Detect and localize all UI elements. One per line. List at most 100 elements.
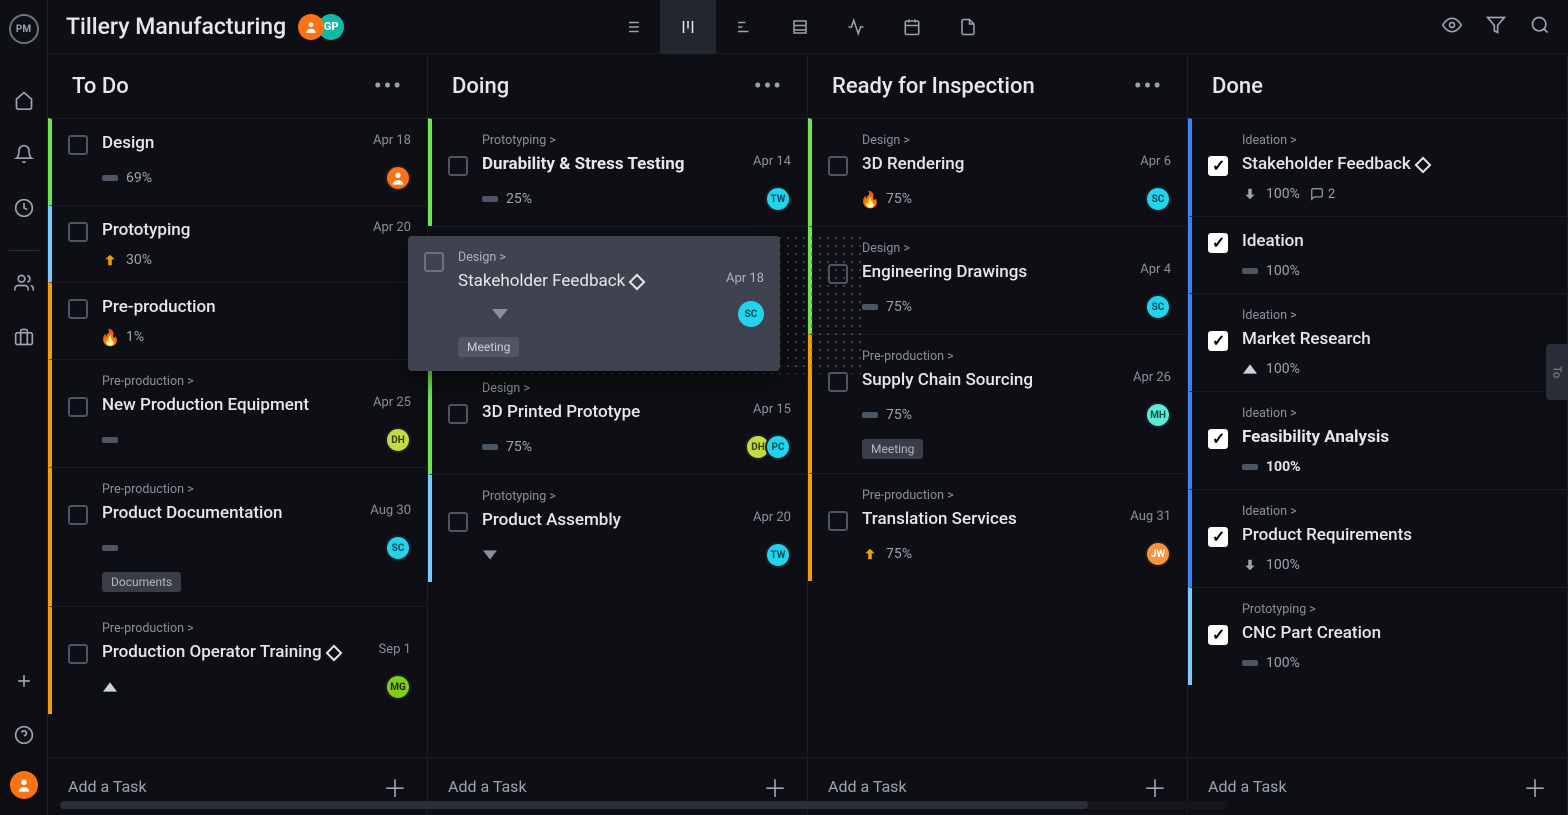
task-checkbox[interactable]	[1208, 156, 1228, 176]
task-card[interactable]: Ideation > Product Requirements 100%	[1188, 489, 1567, 587]
task-checkbox[interactable]	[68, 644, 88, 664]
assignee-avatar[interactable]: SC	[385, 535, 411, 561]
project-members[interactable]: GP	[304, 14, 344, 40]
assignee-avatar[interactable]: TW	[765, 542, 791, 568]
sheet-view-icon[interactable]	[772, 0, 828, 54]
files-view-icon[interactable]	[940, 0, 996, 54]
task-checkbox[interactable]	[828, 372, 848, 392]
card-breadcrumb: Ideation >	[1242, 504, 1551, 519]
card-percent: 75%	[886, 299, 912, 315]
task-checkbox[interactable]	[1208, 429, 1228, 449]
gantt-view-icon[interactable]	[716, 0, 772, 54]
user-avatar[interactable]	[10, 771, 38, 799]
search-icon[interactable]	[1530, 15, 1550, 39]
assignee-avatar[interactable]: TW	[765, 186, 791, 212]
project-title[interactable]: Tillery Manufacturing	[66, 13, 286, 40]
card-date: Apr 15	[753, 402, 791, 417]
card-breadcrumb: Prototyping >	[1242, 602, 1551, 617]
assignee-avatar[interactable]: MH	[1145, 402, 1171, 428]
task-checkbox[interactable]	[1208, 233, 1228, 253]
task-card[interactable]: Design > 3D Rendering Apr 6 🔥 75% SC	[808, 118, 1187, 226]
task-card[interactable]: Design > Engineering Drawings Apr 4 75% …	[808, 226, 1187, 334]
assignee-avatar[interactable]: JW	[1145, 541, 1171, 567]
task-checkbox[interactable]	[68, 299, 88, 319]
activity-view-icon[interactable]	[828, 0, 884, 54]
card-date: Apr 20	[373, 220, 411, 235]
task-card[interactable]: Prototyping > Product Assembly Apr 20 TW	[428, 474, 807, 582]
card-percent: 100%	[1266, 263, 1300, 279]
app-logo[interactable]: PM	[9, 14, 39, 44]
card-percent: 30%	[126, 252, 152, 268]
plus-icon: ＋	[763, 769, 787, 804]
plus-icon: ＋	[1143, 769, 1167, 804]
assignee-avatar[interactable]: SC	[738, 301, 764, 327]
visibility-icon[interactable]	[1442, 15, 1462, 39]
card-percent: 100%	[1266, 655, 1300, 671]
task-card[interactable]: Prototyping > CNC Part Creation 100%	[1188, 587, 1567, 685]
task-checkbox[interactable]	[68, 397, 88, 417]
task-card[interactable]: Design > 3D Printed Prototype Apr 15 75%…	[428, 366, 807, 474]
dragging-card[interactable]: Design > Stakeholder Feedback Apr 18 SC …	[408, 236, 780, 371]
assignee-avatar[interactable]: SC	[1145, 294, 1171, 320]
activity-icon[interactable]	[6, 190, 42, 226]
board-view-icon[interactable]	[660, 0, 716, 54]
task-card[interactable]: Pre-production > Production Operator Tra…	[48, 606, 427, 714]
task-checkbox[interactable]	[448, 404, 468, 424]
add-task-button[interactable]: Add a Task＋	[1188, 757, 1567, 815]
priority-up-icon	[102, 679, 118, 695]
task-card[interactable]: Pre-production 🔥 1%	[48, 282, 427, 359]
task-checkbox[interactable]	[828, 511, 848, 531]
task-card[interactable]: Ideation > Stakeholder Feedback 100% 2	[1188, 118, 1567, 216]
task-card[interactable]: Pre-production > Translation Services Au…	[808, 473, 1187, 581]
task-checkbox[interactable]	[68, 505, 88, 525]
progress-bar-icon	[102, 545, 118, 551]
assignee-avatar[interactable]: MG	[385, 674, 411, 700]
notifications-icon[interactable]	[6, 136, 42, 172]
briefcase-icon[interactable]	[6, 319, 42, 355]
horizontal-scrollbar[interactable]	[60, 801, 1228, 809]
calendar-view-icon[interactable]	[884, 0, 940, 54]
add-icon[interactable]	[6, 663, 42, 699]
task-card[interactable]: Pre-production > New Production Equipmen…	[48, 359, 427, 467]
column-header: Doing •••	[428, 54, 807, 118]
assignee-avatar[interactable]: SC	[1145, 186, 1171, 212]
card-breadcrumb: Design >	[458, 250, 764, 265]
task-checkbox[interactable]	[424, 252, 444, 272]
card-breadcrumb: Design >	[862, 133, 1171, 148]
column-menu-icon[interactable]: •••	[754, 74, 783, 99]
team-icon[interactable]	[6, 265, 42, 301]
filter-icon[interactable]	[1486, 15, 1506, 39]
task-checkbox[interactable]	[68, 135, 88, 155]
task-checkbox[interactable]	[448, 156, 468, 176]
task-card[interactable]: Ideation 100%	[1188, 216, 1567, 293]
task-card[interactable]: Pre-production > Product Documentation A…	[48, 467, 427, 606]
task-card[interactable]: Prototyping Apr 20 30%	[48, 205, 427, 282]
task-card[interactable]: Pre-production > Supply Chain Sourcing A…	[808, 334, 1187, 473]
assignee-avatar[interactable]	[385, 165, 411, 191]
task-card[interactable]: Prototyping > Durability & Stress Testin…	[428, 118, 807, 226]
column-menu-icon[interactable]: •••	[374, 74, 403, 99]
task-checkbox[interactable]	[68, 222, 88, 242]
list-view-icon[interactable]	[604, 0, 660, 54]
priority-down-icon	[482, 547, 498, 563]
help-icon[interactable]	[6, 717, 42, 753]
assignee-avatar[interactable]: DH	[385, 427, 411, 453]
task-checkbox[interactable]	[828, 156, 848, 176]
plus-icon: ＋	[1523, 769, 1547, 804]
card-title: 3D Rendering	[862, 154, 964, 174]
collapsed-column-tab[interactable]: To	[1546, 344, 1568, 400]
milestone-icon	[1414, 156, 1431, 173]
column-menu-icon[interactable]: •••	[1134, 74, 1163, 99]
task-card[interactable]: Design Apr 18 69%	[48, 118, 427, 205]
task-checkbox[interactable]	[1208, 625, 1228, 645]
column-title: Done	[1212, 74, 1263, 99]
task-checkbox[interactable]	[1208, 331, 1228, 351]
task-checkbox[interactable]	[1208, 527, 1228, 547]
task-checkbox[interactable]	[448, 512, 468, 532]
task-card[interactable]: Ideation > Feasibility Analysis 100%	[1188, 391, 1567, 489]
comments-count[interactable]: 2	[1310, 187, 1335, 202]
task-card[interactable]: Ideation > Market Research 100%	[1188, 293, 1567, 391]
assignee-avatar[interactable]: PC	[765, 434, 791, 460]
home-icon[interactable]	[6, 82, 42, 118]
priority-critical-icon: 🔥	[862, 191, 878, 207]
